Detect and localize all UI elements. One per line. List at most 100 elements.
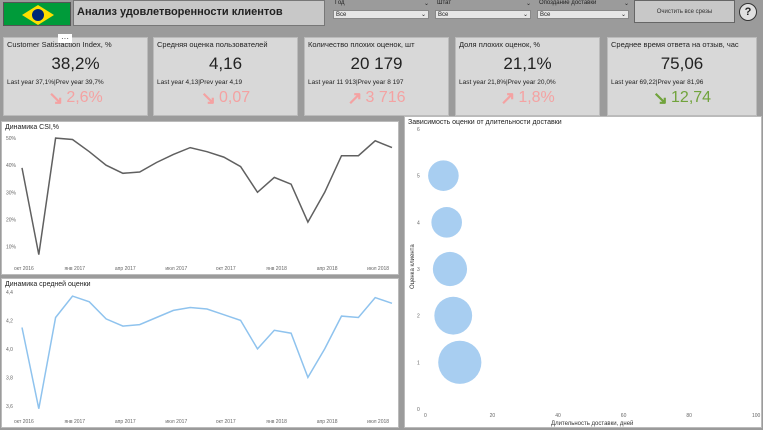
arrow-up-right-icon: ↗ [500,88,516,108]
y-tick-label: 40% [6,163,17,169]
y-tick-label: 3,6 [6,404,13,410]
x-tick-label: янв 2018 [266,266,287,272]
kpi-value: 75,06 [660,54,704,73]
kpi-delta: ↘ 2,6% [4,89,147,107]
kpi-comparison: Last year 69,22|Prev year 81,96 [611,79,704,86]
kpi-delta: ↘ 0,07 [154,89,297,107]
slicer-state[interactable]: Штат ⌄ Все ⌄ [435,0,531,24]
chevron-down-icon: ⌄ [423,1,429,7]
scatter-bubble[interactable] [432,251,468,287]
kpi-comparison: Last year 11 913|Prev year 8 197 [308,79,404,86]
x-tick-label: 20 [490,413,496,419]
arrow-up-right-icon: ↗ [347,88,363,108]
kpi-delta: ↘ 12,74 [608,89,756,107]
chart-title: Динамика CSI,% [5,124,60,131]
kpi-value: 4,16 [208,54,243,73]
csi-line-chart-svg: 10% 20% 30% 40% 50% окт 2016 янв 2017 апр 2017 и… [6,136,393,272]
kpi-title: Доля плохих оценок, % [459,40,541,49]
brazil-flag-logo [3,2,71,26]
y-tick-label: 10% [6,244,17,250]
y-tick-label: 4,4 [6,290,13,296]
series-line [21,137,393,255]
x-tick-label: июл 2018 [367,266,389,272]
kpi-delta-value: 3 716 [365,89,406,106]
y-tick-label: 5 [417,174,420,180]
y-tick-label: 3,8 [6,375,13,381]
kpi-delta: ↗ 3 716 [305,89,448,107]
arrow-down-right-icon: ↘ [652,88,669,108]
rating-line-chart-svg: 3,6 3,8 4,0 4,2 4,4 окт 2016 янв 2017 апр 2017 и… [6,290,393,425]
x-tick-label: июл 2018 [367,419,389,425]
y-tick-label: 4 [417,220,420,226]
rating-trend-chart: Динамика средней оценки 3,6 3,8 4,0 4,2 4,4 о… [1,278,399,428]
x-tick-label: окт 2017 [216,419,236,425]
chevron-down-icon: ⌄ [623,1,629,7]
y-tick-label: 6 [417,127,420,133]
slicer-year-label: Год [335,0,345,6]
y-tick-label: 20% [6,217,17,223]
chart-title: Динамика средней оценки [5,281,91,288]
y-tick-label: 50% [6,136,17,142]
csi-trend-chart: Динамика CSI,% 10% 20% 30% 40% 50% окт 2016 ян… [1,121,399,275]
series-line [21,295,393,409]
flag-circle [32,9,44,21]
chevron-down-icon: ⌄ [525,1,531,7]
more-options-icon[interactable]: ··· [58,34,72,43]
slicer-delivery-delay[interactable]: Опоздание доставки ⌄ Все ⌄ [537,0,629,24]
arrow-down-right-icon: ↘ [48,88,64,108]
kpi-title: Средняя оценка пользователей [157,40,268,49]
kpi-value: 38,2% [51,54,100,73]
x-axis-label: Длительность доставки, дней [551,420,633,427]
chevron-down-icon: ⌄ [522,12,528,18]
arrow-down-right-icon: ↘ [200,88,216,108]
kpi-comparison: Last year 4,13|Prev year 4,19 [157,79,243,86]
chart-title: Зависимость оценки от длительности доста… [408,119,562,126]
kpi-card-response-time: Среднее время ответа на отзыв, час 75,06… [607,37,757,116]
help-icon[interactable]: ? [739,3,757,21]
x-tick-label: 60 [621,413,627,419]
x-tick-label: июл 2017 [165,266,187,272]
kpi-delta-value: 1,8% [518,89,555,106]
x-tick-label: окт 2016 [14,266,34,272]
slicer-delay-dropdown[interactable]: Все ⌄ [537,10,629,19]
kpi-title: Customer Satisfaction Index, % [7,40,112,49]
kpi-card-bad-ratings-count: Количество плохих оценок, шт 20 179 Last… [304,37,449,116]
kpi-value: 20 179 [350,54,403,73]
kpi-delta-value: 0,07 [218,89,251,106]
x-tick-label: 0 [424,413,427,419]
scatter-bubble[interactable] [431,207,462,238]
kpi-delta-value: 12,74 [671,89,712,106]
slicer-year-dropdown[interactable]: Все ⌄ [333,10,429,19]
slicer-state-dropdown[interactable]: Все ⌄ [435,10,531,19]
scatter-bubble[interactable] [438,340,482,384]
x-tick-label: апр 2018 [317,266,338,272]
scatter-bubble[interactable] [428,160,459,191]
slicer-delay-value: Все [540,11,551,18]
slicer-state-label: Штат [437,0,452,6]
y-axis-label: Оценка клиента [410,244,416,289]
kpi-delta: ↗ 1,8% [456,89,599,107]
x-tick-label: янв 2017 [64,419,85,425]
y-tick-label: 4,0 [6,347,13,353]
scatter-bubble[interactable] [434,296,473,335]
y-tick-label: 3 [417,267,420,273]
y-tick-label: 1 [417,360,420,366]
slicer-delay-label: Опоздание доставки [539,0,597,6]
rating-vs-delivery-chart: Зависимость оценки от длительности доста… [404,116,762,428]
header-bar: Анализ удовлетворенности клиентов Год ⌄ В… [0,0,763,30]
x-tick-label: апр 2017 [115,266,136,272]
x-tick-label: 100 [752,413,761,419]
x-tick-label: 80 [686,413,692,419]
y-tick-label: 4,2 [6,318,13,324]
clear-filters-button[interactable]: Очистить все срезы [634,0,735,23]
chevron-down-icon: ⌄ [420,12,426,18]
y-tick-label: 30% [6,190,17,196]
slicer-year[interactable]: Год ⌄ Все ⌄ [333,0,429,24]
y-tick-label: 0 [417,407,420,413]
slicer-state-value: Все [438,11,449,18]
x-tick-label: 40 [555,413,561,419]
scatter-chart-svg: 01234560 20 40 60 80 100Длительность доставки… [410,127,761,427]
slicer-year-value: Все [336,11,347,18]
y-tick-label: 2 [417,314,420,320]
kpi-comparison: Last year 21,8%|Prev year 20,0% [459,79,556,86]
